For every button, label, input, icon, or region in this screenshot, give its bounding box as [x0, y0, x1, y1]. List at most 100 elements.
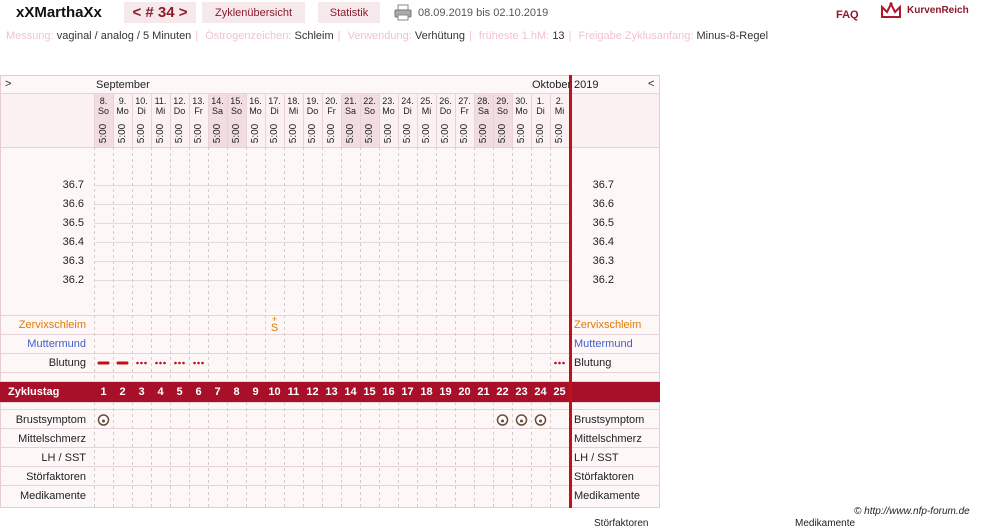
day-date: 28.: [477, 96, 490, 106]
day-weekday: Di: [536, 106, 545, 116]
row-label-lh-left: LH / SST: [41, 452, 86, 464]
crown-logo-icon[interactable]: [880, 1, 902, 23]
earliest-hm-value: 13: [552, 30, 565, 42]
row-label-cervix-right: Zervixschleim: [574, 319, 642, 331]
month-start: September: [96, 79, 150, 91]
day-weekday: Di: [403, 106, 412, 116]
temp-label-right: 36.6: [592, 198, 614, 210]
cycle-overview-tab[interactable]: Zyklenübersicht: [202, 2, 305, 23]
scroll-right-button[interactable]: <: [648, 78, 654, 90]
day-time: 5:00: [497, 123, 508, 143]
day-date: 19.: [306, 96, 319, 106]
day-date: 18.: [287, 96, 300, 106]
cycle-chart: > < September Oktober 2019 8. So 5:00 9. Mo 5…: [0, 75, 660, 508]
printer-icon[interactable]: [394, 4, 412, 24]
cycle-day-number[interactable]: 13: [322, 383, 341, 402]
bleeding-dot: [140, 361, 143, 365]
cycle-day-number[interactable]: 19: [436, 383, 455, 402]
day-date: 22.: [363, 96, 376, 106]
day-time: 5:00: [212, 123, 223, 143]
cycle-day-number[interactable]: 14: [341, 383, 360, 402]
cycle-day-number[interactable]: 4: [151, 383, 170, 402]
day-weekday: So: [230, 106, 242, 116]
bleeding-dot: [193, 361, 196, 365]
row-label-bleeding-right: Blutung: [574, 357, 612, 369]
day-time: 5:00: [554, 123, 565, 143]
cycle-day-number[interactable]: 18: [417, 383, 436, 402]
day-date: 9.: [118, 96, 127, 106]
usage-value: Verhütung: [414, 30, 465, 42]
cycle-day-number[interactable]: 23: [512, 383, 531, 402]
cycle-day-number[interactable]: 20: [455, 383, 474, 402]
day-time: 5:00: [459, 123, 470, 143]
cervix-mark[interactable]: + S: [265, 315, 284, 334]
temp-label-left: 36.4: [62, 236, 84, 248]
day-time: 5:00: [478, 123, 489, 143]
day-time: 5:00: [440, 123, 451, 143]
temp-label-left: 36.3: [62, 255, 84, 267]
cycle-day-number[interactable]: 21: [474, 383, 493, 402]
day-date: 10.: [135, 96, 148, 106]
cycle-day-number[interactable]: 8: [227, 383, 246, 402]
temp-label-left: 36.2: [62, 274, 84, 286]
day-time: 5:00: [535, 123, 546, 143]
cycle-day-number[interactable]: 12: [303, 383, 322, 402]
cycle-day-number[interactable]: 16: [379, 383, 398, 402]
day-time: 5:00: [421, 123, 432, 143]
cycle-day-number[interactable]: 7: [208, 383, 227, 402]
row-label-os-right: Muttermund: [574, 338, 633, 350]
day-weekday: Fr: [327, 106, 336, 116]
day-weekday: So: [363, 106, 375, 116]
day-weekday: Di: [270, 106, 279, 116]
cycle-day-number[interactable]: 17: [398, 383, 417, 402]
cycle-day-number[interactable]: 9: [246, 383, 265, 402]
cycle-day-number[interactable]: 22: [493, 383, 512, 402]
day-date: 21.: [344, 96, 357, 106]
temp-label-right: 36.3: [592, 255, 614, 267]
row-label-os-left: Muttermund: [27, 338, 86, 350]
day-date: 13.: [192, 96, 205, 106]
bleeding-dot: [178, 361, 181, 365]
measurement-label: Messung:: [6, 30, 54, 42]
day-weekday: Do: [173, 106, 186, 116]
bleeding-dot: [159, 361, 162, 365]
bleeding-heavy-mark: [97, 361, 110, 365]
cycle-number-nav[interactable]: < # 34 >: [124, 2, 196, 23]
cycle-day-number[interactable]: 10: [265, 383, 284, 402]
earliest-hm-label: früheste 1.hM:: [478, 30, 550, 42]
cycle-day-number[interactable]: 5: [170, 383, 189, 402]
day-weekday: Do: [306, 106, 319, 116]
brand-name[interactable]: KurvenReich: [907, 5, 969, 16]
cycle-day-number[interactable]: 1: [94, 383, 113, 402]
day-date: 26.: [439, 96, 452, 106]
current-day-marker: [569, 75, 572, 508]
bleeding-dot: [197, 361, 200, 365]
day-weekday: Mi: [554, 106, 565, 116]
faq-link[interactable]: FAQ: [836, 9, 859, 21]
date-range: 08.09.2019 bis 02.10.2019: [418, 7, 549, 19]
statistics-tab[interactable]: Statistik: [318, 2, 380, 23]
temp-label-right: 36.7: [592, 179, 614, 191]
row-label-cervix-left: Zervixschleim: [18, 319, 86, 331]
release-value: Minus-8-Regel: [696, 30, 769, 42]
temp-label-left: 36.7: [62, 179, 84, 191]
day-time: 5:00: [383, 123, 394, 143]
day-time: 5:00: [117, 123, 128, 143]
cycle-day-number[interactable]: 2: [113, 383, 132, 402]
cycle-day-number[interactable]: 25: [550, 383, 569, 402]
cycle-day-number[interactable]: 24: [531, 383, 550, 402]
day-date: 25.: [420, 96, 433, 106]
cutoff-label-right: Medikamente: [795, 518, 856, 529]
day-date: 15.: [230, 96, 243, 106]
day-weekday: So: [496, 106, 508, 116]
release-label: Freigabe Zyklusanfang:: [578, 30, 694, 42]
day-time: 5:00: [307, 123, 318, 143]
cycle-day-number[interactable]: 15: [360, 383, 379, 402]
cycle-day-number[interactable]: 6: [189, 383, 208, 402]
scroll-left-button[interactable]: >: [5, 78, 11, 90]
day-weekday: Mi: [421, 106, 432, 116]
day-date: 1.: [536, 96, 545, 106]
cycle-day-number[interactable]: 11: [284, 383, 303, 402]
cycle-day-number[interactable]: 3: [132, 383, 151, 402]
usage-label: Verwendung:: [347, 30, 412, 42]
